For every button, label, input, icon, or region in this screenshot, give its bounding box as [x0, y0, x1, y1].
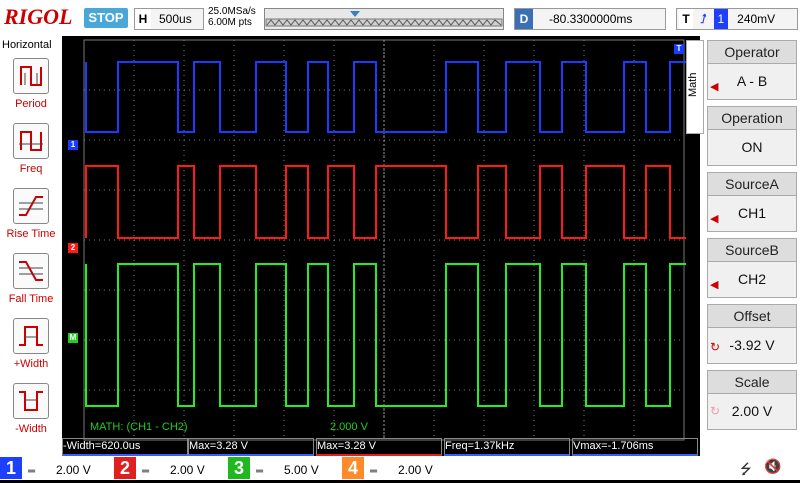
pos-width-icon: [13, 318, 49, 354]
source-a-value: CH1: [737, 205, 766, 221]
scale-softkey[interactable]: Scale 2.00 V: [707, 370, 797, 430]
left-arrow-icon: ◀: [710, 81, 719, 93]
offset-title: Offset: [708, 305, 796, 328]
math-tab-label: Math: [687, 72, 699, 97]
scale-title: Scale: [708, 371, 796, 394]
memory-position-strip[interactable]: [264, 8, 504, 30]
neg-width-label: -Width: [15, 423, 47, 435]
channel-1-scale: 2.00 V: [56, 463, 91, 477]
freq-label: Freq: [19, 163, 43, 175]
offset-value: -3.92 V: [729, 337, 775, 353]
delay-key: D: [515, 9, 533, 29]
channel-3-status[interactable]: 3 ═ 5.00 V: [228, 457, 332, 479]
measure-neg-width-button[interactable]: -Width: [10, 383, 52, 435]
rotate-knob-icon: ↻: [710, 340, 721, 354]
panel-title: Horizontal: [2, 39, 52, 51]
source-a-title: SourceA: [708, 173, 796, 196]
timebase-value: 500us: [159, 12, 192, 26]
source-b-title: SourceB: [708, 239, 796, 262]
pos-width-label: +Width: [13, 358, 49, 370]
usb-icon: ⭍: [740, 461, 752, 477]
measure-rise-time-button[interactable]: Rise Time: [7, 188, 55, 240]
operation-softkey[interactable]: Operation ON: [707, 106, 797, 166]
trigger-level: 240mV: [737, 12, 776, 26]
delay-display[interactable]: D -80.3300000ms: [514, 8, 666, 30]
channel-1-status[interactable]: 1 ═ 2.00 V: [0, 457, 104, 479]
brand-logo: RIGOL: [4, 4, 73, 29]
channel-3-scale: 5.00 V: [284, 463, 319, 477]
left-arrow-icon: ◀: [710, 213, 719, 225]
measurement-max-ch1[interactable]: Max=3.28 V: [188, 438, 314, 456]
freq-icon: [13, 123, 49, 159]
channel-2-number: 2: [114, 457, 136, 479]
waveform-display[interactable]: [62, 36, 686, 458]
operator-value: A - B: [736, 73, 768, 89]
measure-fall-time-button[interactable]: Fall Time: [9, 253, 53, 305]
sound-muted-icon[interactable]: 🔇: [764, 458, 781, 475]
rise-time-label: Rise Time: [6, 228, 56, 240]
period-label: Period: [15, 98, 47, 110]
sample-rate: 25.0MSa/s: [208, 6, 256, 17]
channel-1-number: 1: [0, 457, 22, 479]
rising-edge-icon: ⭜: [700, 12, 707, 26]
operation-title: Operation: [708, 107, 796, 130]
math-menu-tab[interactable]: Math: [686, 40, 704, 134]
operator-title: Operator: [708, 41, 796, 64]
channel-4-scale: 2.00 V: [398, 463, 433, 477]
channel-2-status[interactable]: 2 ═ 2.00 V: [114, 457, 218, 479]
rise-time-icon: [13, 188, 49, 224]
trigger-source: 1: [713, 9, 728, 29]
channel-2-scale: 2.00 V: [170, 463, 205, 477]
measurement-vmax[interactable]: Vmax=-1.706ms: [572, 438, 698, 456]
source-b-value: CH2: [737, 271, 766, 287]
trigger-position-marker[interactable]: T: [674, 44, 684, 54]
neg-width-icon: [13, 383, 49, 419]
math-trace-label: MATH: (CH1 - CH2): [90, 421, 188, 433]
measure-freq-button[interactable]: Freq: [10, 123, 52, 175]
ch1-marker[interactable]: 1: [68, 140, 78, 150]
horizontal-key: H: [135, 9, 151, 29]
channel-4-number: 4: [342, 457, 364, 479]
trigger-display[interactable]: T ⭜ 1 240mV: [676, 8, 798, 30]
operator-softkey[interactable]: Operator A - B: [707, 40, 797, 100]
fall-time-label: Fall Time: [8, 293, 54, 305]
trigger-key: T: [679, 9, 693, 29]
math-trace-scale: 2.000 V: [330, 421, 368, 433]
period-icon: [13, 58, 49, 94]
ch2-marker[interactable]: 2: [68, 243, 78, 253]
source-a-softkey[interactable]: SourceA CH1: [707, 172, 797, 232]
measure-pos-width-button[interactable]: +Width: [10, 318, 52, 370]
acquisition-info: 25.0MSa/s 6.00M pts: [208, 6, 256, 28]
math-marker[interactable]: M: [68, 333, 78, 343]
measure-period-button[interactable]: Period: [10, 58, 52, 110]
rotate-knob-icon: ↻: [710, 404, 721, 418]
offset-softkey[interactable]: Offset -3.92 V: [707, 304, 797, 364]
memory-waveform-preview: [265, 11, 503, 27]
channel-3-number: 3: [228, 457, 250, 479]
left-arrow-icon: ◀: [710, 279, 719, 291]
delay-value: -80.3300000ms: [549, 12, 633, 26]
operation-value: ON: [741, 139, 763, 155]
measurement-freq[interactable]: Freq=1.37kHz: [444, 438, 570, 456]
run-stop-status[interactable]: STOP: [84, 8, 128, 28]
memory-depth: 6.00M pts: [208, 17, 252, 28]
fall-time-icon: [13, 253, 49, 289]
channel-4-status[interactable]: 4 ═ 2.00 V: [342, 457, 446, 479]
scale-value: 2.00 V: [731, 403, 773, 419]
measurement-max-ch2[interactable]: Max=3.28 V: [316, 438, 442, 456]
horizontal-timebase[interactable]: H 500us: [134, 8, 204, 30]
source-b-softkey[interactable]: SourceB CH2: [707, 238, 797, 298]
measurement-neg-width[interactable]: -Width=620.0us: [62, 438, 188, 456]
